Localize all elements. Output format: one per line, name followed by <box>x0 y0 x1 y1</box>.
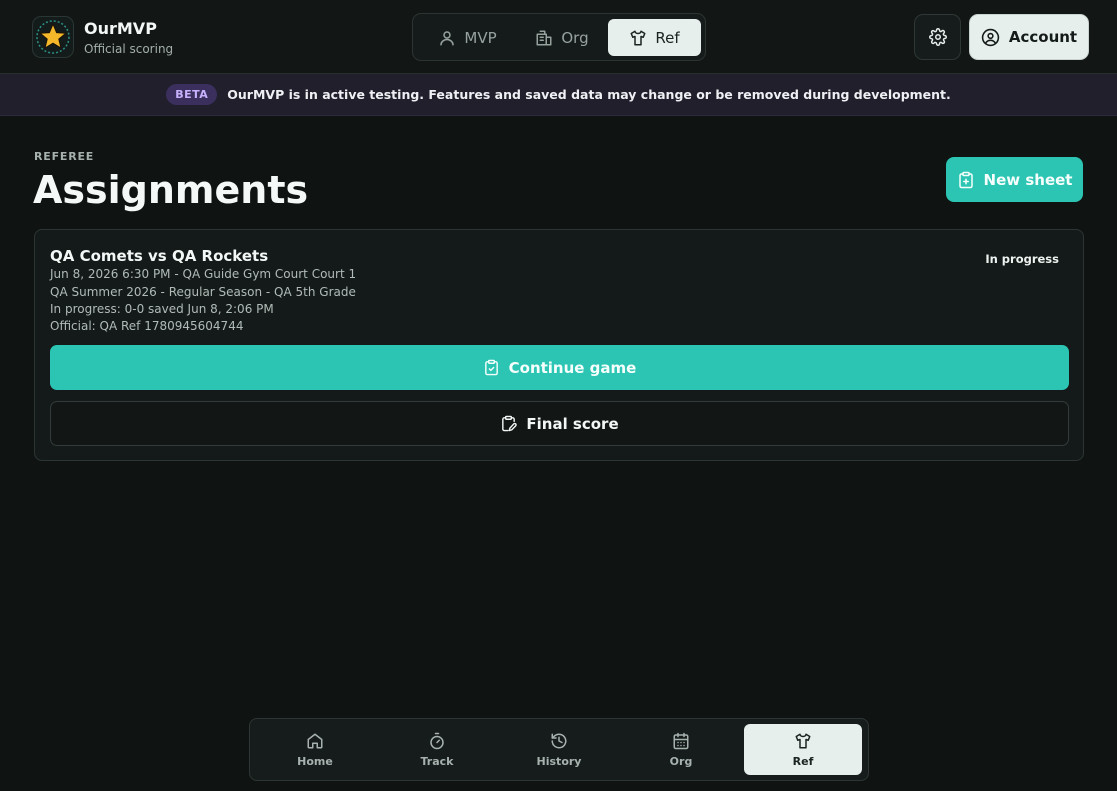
beta-badge: BETA <box>166 84 218 105</box>
nav-label: Track <box>420 754 454 768</box>
app-title: OurMVP <box>84 19 157 38</box>
new-sheet-button[interactable]: New sheet <box>946 157 1083 202</box>
final-score-button[interactable]: Final score <box>50 401 1069 446</box>
continue-game-button[interactable]: Continue game <box>50 345 1069 390</box>
home-icon <box>307 733 323 748</box>
building-icon <box>536 30 552 45</box>
user-icon <box>440 30 455 45</box>
game-schedule: Jun 8, 2026 6:30 PM - QA Guide Gym Court… <box>50 267 357 281</box>
nav-label: Ref <box>792 754 814 768</box>
bottom-nav: Home Track History Org Ref <box>249 718 869 781</box>
game-progress: In progress: 0-0 saved Jun 8, 2:06 PM <box>50 302 274 316</box>
jersey-icon <box>630 30 646 45</box>
section-eyebrow: REFEREE <box>34 150 95 163</box>
mode-tab-label: Ref <box>655 28 680 47</box>
nav-item-ref[interactable]: Ref <box>744 724 862 775</box>
account-button[interactable]: Account <box>969 14 1089 60</box>
mode-tab-ref[interactable]: Ref <box>608 19 701 56</box>
star-icon <box>36 20 70 54</box>
nav-item-track[interactable]: Track <box>378 724 496 775</box>
new-sheet-label: New sheet <box>983 170 1073 189</box>
clipboard-check-icon <box>484 359 498 376</box>
beta-banner-text: OurMVP is in active testing. Features an… <box>227 87 951 102</box>
app-subtitle: Official scoring <box>84 42 174 56</box>
game-season: QA Summer 2026 - Regular Season - QA 5th… <box>50 285 356 299</box>
clipboard-plus-icon <box>958 171 973 188</box>
mode-tab-org[interactable]: Org <box>517 19 607 56</box>
mode-tab-label: Org <box>561 28 589 47</box>
beta-banner: BETA OurMVP is in active testing. Featur… <box>0 74 1117 116</box>
status-badge: In progress <box>985 252 1059 266</box>
history-icon <box>551 733 567 748</box>
game-official: Official: QA Ref 1780945604744 <box>50 319 244 333</box>
mode-switch: MVP Org Ref <box>412 13 706 61</box>
user-circle-icon <box>981 28 1000 46</box>
account-label: Account <box>1008 28 1078 46</box>
assignment-card: QA Comets vs QA Rockets In progress Jun … <box>34 229 1084 461</box>
mode-tab-mvp[interactable]: MVP <box>419 19 516 56</box>
app-logo[interactable] <box>32 16 74 58</box>
settings-button[interactable] <box>914 14 961 60</box>
app-header: OurMVP Official scoring MVP Org Ref Acco… <box>0 0 1117 74</box>
continue-game-label: Continue game <box>508 358 637 377</box>
nav-item-history[interactable]: History <box>500 724 618 775</box>
gear-icon <box>928 28 947 46</box>
page-title: Assignments <box>33 168 309 212</box>
game-title: QA Comets vs QA Rockets <box>50 247 269 265</box>
nav-label: Org <box>669 754 693 768</box>
nav-item-org[interactable]: Org <box>622 724 740 775</box>
nav-label: History <box>536 754 582 768</box>
stopwatch-icon <box>430 732 444 749</box>
nav-item-home[interactable]: Home <box>256 724 374 775</box>
nav-label: Home <box>297 754 333 768</box>
clipboard-pen-icon <box>502 415 518 432</box>
calendar-icon <box>673 732 689 749</box>
mode-tab-label: MVP <box>464 28 497 47</box>
final-score-label: Final score <box>526 414 619 433</box>
jersey-icon <box>795 733 811 748</box>
